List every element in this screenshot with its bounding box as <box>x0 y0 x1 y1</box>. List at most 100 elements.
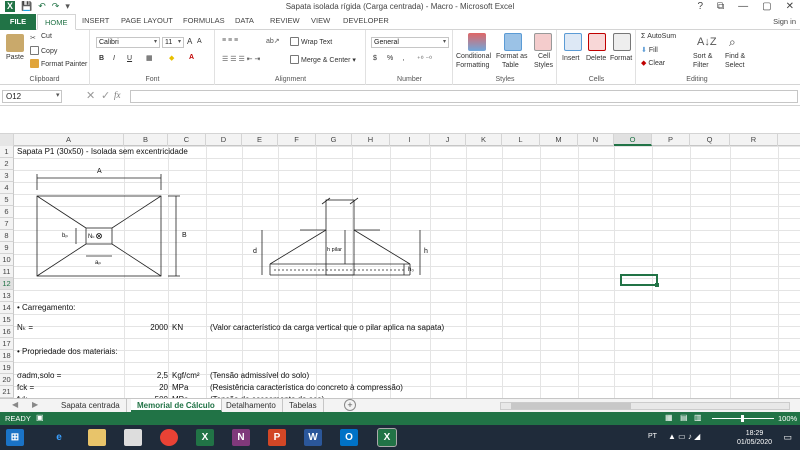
find-select-label2[interactable]: Select <box>725 62 744 69</box>
row-header-16[interactable]: 16 <box>0 326 14 338</box>
bold-button[interactable]: B <box>99 55 104 62</box>
font-color-icon[interactable]: A <box>189 54 194 61</box>
find-select-label[interactable]: Find & <box>725 53 745 60</box>
binoculars-icon[interactable]: ⌕ <box>729 35 736 50</box>
view-normal-icon[interactable]: ▦ <box>665 413 673 422</box>
taskbar-clock[interactable]: 18:29 01/05/2020 <box>737 429 772 447</box>
sort-filter-icon[interactable]: A↓Z <box>697 36 717 48</box>
row-header-12[interactable]: 12 <box>0 278 14 290</box>
conditional-formatting-label[interactable]: Conditional <box>456 53 491 60</box>
shrink-font-button[interactable]: A <box>197 38 202 45</box>
decimal-icon[interactable]: ⁺⁰ ⁻⁰ <box>417 55 432 63</box>
row-header-5[interactable]: 5 <box>0 194 14 206</box>
excel-taskbar-icon-active[interactable]: X <box>377 428 397 447</box>
scrollbar-thumb[interactable] <box>511 403 631 409</box>
name-box[interactable]: O12 <box>2 90 62 103</box>
row-header-6[interactable]: 6 <box>0 206 14 218</box>
view-pagebreak-icon[interactable]: ▥ <box>694 413 702 422</box>
row-header-7[interactable]: 7 <box>0 218 14 230</box>
cell-a20-label[interactable]: σadm,solo = <box>17 370 61 382</box>
cell-d20-description[interactable]: (Tensão admissível do solo) <box>210 370 309 382</box>
underline-button[interactable]: U <box>127 55 132 62</box>
select-all-button[interactable] <box>0 134 14 146</box>
format-as-table-label2[interactable]: Table <box>502 62 519 69</box>
cell-c21-unit[interactable]: MPa <box>172 382 188 394</box>
cell-b16-value[interactable]: 2000 <box>128 322 168 334</box>
cell-c20-unit[interactable]: Kgf/cm² <box>172 370 200 382</box>
ribbon-display-button[interactable]: ⧉ <box>717 1 724 12</box>
sheet-tab-memorial-de-calculo[interactable]: Memorial de Cálculo <box>131 399 222 412</box>
row-header-8[interactable]: 8 <box>0 230 14 242</box>
column-header-a[interactable]: A <box>14 134 124 146</box>
row-header-13[interactable]: 13 <box>0 290 14 302</box>
cell-a14-loading-header[interactable]: • Carregamento: <box>17 302 75 314</box>
sheet-tab-detalhamento[interactable]: Detalhamento <box>220 399 283 412</box>
number-format-combo[interactable]: General <box>371 37 449 48</box>
row-header-14[interactable]: 14 <box>0 302 14 314</box>
row-header-10[interactable]: 10 <box>0 254 14 266</box>
column-header-i[interactable]: I <box>390 134 430 146</box>
sort-filter-label[interactable]: Sort & <box>693 53 712 60</box>
tab-formulas[interactable]: FORMULAS <box>183 16 225 25</box>
clear-button[interactable]: ◆ Clear <box>641 59 665 67</box>
internet-explorer-icon[interactable]: e <box>50 429 68 446</box>
currency-button[interactable]: $ <box>373 55 377 62</box>
enter-icon[interactable]: ✓ <box>101 89 110 102</box>
conditional-formatting-icon[interactable] <box>468 33 486 51</box>
row-header-20[interactable]: 20 <box>0 374 14 386</box>
horizontal-scrollbar[interactable] <box>500 402 790 410</box>
zoom-thumb[interactable] <box>741 415 744 422</box>
row-header-4[interactable]: 4 <box>0 182 14 194</box>
cell-b21-value[interactable]: 20 <box>128 382 168 394</box>
macro-record-icon[interactable]: ▣ <box>36 413 44 422</box>
tray-icons[interactable]: ▲ ▭ ♪ ◢ <box>668 432 700 441</box>
column-header-h[interactable]: H <box>352 134 390 146</box>
row-header-11[interactable]: 11 <box>0 266 14 278</box>
column-header-b[interactable]: B <box>124 134 168 146</box>
file-explorer-icon[interactable] <box>88 429 106 446</box>
copy-button[interactable]: Copy <box>30 46 57 55</box>
fill-color-icon[interactable]: ◆ <box>169 54 174 62</box>
format-as-table-label[interactable]: Format as <box>496 53 528 60</box>
tab-insert[interactable]: INSERT <box>82 16 109 25</box>
sheet-prev-icon[interactable]: ◀ <box>12 400 18 409</box>
row-header-2[interactable]: 2 <box>0 158 14 170</box>
input-language[interactable]: PT <box>648 433 657 440</box>
cell-grid[interactable] <box>14 146 800 398</box>
tab-view[interactable]: VIEW <box>311 16 330 25</box>
column-header-l[interactable]: L <box>502 134 540 146</box>
column-header-d[interactable]: D <box>206 134 242 146</box>
cell-styles-label[interactable]: Cell <box>538 53 550 60</box>
column-header-f[interactable]: F <box>278 134 316 146</box>
percent-button[interactable]: % <box>387 55 393 62</box>
sign-in-link[interactable]: Sign in <box>773 17 796 26</box>
format-button[interactable]: Format <box>610 55 632 62</box>
notifications-icon[interactable]: ▭ <box>783 432 792 443</box>
selected-cell-o12[interactable] <box>620 274 659 287</box>
comma-button[interactable]: , <box>401 55 404 62</box>
help-button[interactable]: ? <box>697 1 703 12</box>
insert-button[interactable]: Insert <box>562 55 580 62</box>
column-header-j[interactable]: J <box>430 134 466 146</box>
maximize-button[interactable]: ▢ <box>762 1 771 12</box>
formula-input[interactable] <box>130 90 798 103</box>
conditional-formatting-label2[interactable]: Formatting <box>456 62 489 69</box>
column-header-k[interactable]: K <box>466 134 502 146</box>
align-left-icon[interactable]: ☰ ☰ ☰ ⇤ ⇥ <box>222 55 260 63</box>
chrome-icon[interactable] <box>160 429 178 446</box>
tab-review[interactable]: REVIEW <box>270 16 300 25</box>
column-header-m[interactable]: M <box>540 134 578 146</box>
format-as-table-icon[interactable] <box>504 33 522 51</box>
tab-data[interactable]: DATA <box>235 16 254 25</box>
cell-d16-description[interactable]: (Valor característico da carga vertical … <box>210 322 444 334</box>
tab-file[interactable]: FILE <box>0 14 36 30</box>
sheet-next-icon[interactable]: ▶ <box>32 400 38 409</box>
delete-cells-icon[interactable] <box>588 33 606 51</box>
cut-button[interactable]: ✂ Cut <box>30 33 52 43</box>
sort-filter-label2[interactable]: Filter <box>693 62 709 69</box>
minimize-button[interactable]: — <box>738 1 748 12</box>
italic-button[interactable]: I <box>113 55 115 62</box>
row-header-18[interactable]: 18 <box>0 350 14 362</box>
excel-taskbar-icon-1[interactable]: X <box>196 429 214 446</box>
format-painter-button[interactable]: Format Painter <box>30 59 87 68</box>
